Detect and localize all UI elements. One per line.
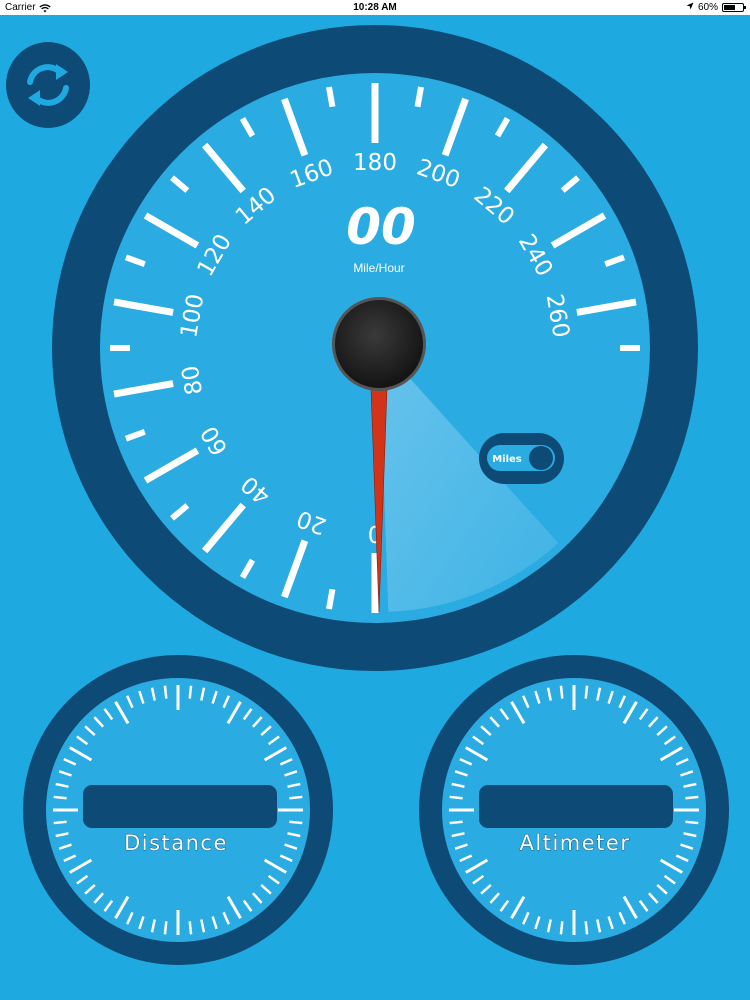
minor-tick [414, 86, 424, 108]
minor-tick [559, 921, 564, 935]
altimeter-label: Altimeter [520, 831, 631, 855]
speed-readout: 00 [346, 198, 416, 256]
minor-tick [559, 685, 564, 699]
minor-tick [289, 820, 303, 825]
units-toggle[interactable]: Miles [479, 433, 564, 484]
minor-tick [163, 685, 168, 699]
altimeter-display [479, 785, 673, 828]
speedometer: 020406080100120140160 180 200220240260 00 … [52, 25, 698, 671]
units-toggle-knob [529, 446, 553, 470]
minor-tick [685, 795, 699, 800]
minor-tick [326, 86, 336, 108]
minor-tick [53, 820, 67, 825]
needle-hub [335, 300, 423, 388]
minor-tick [685, 820, 699, 825]
distance-label: Distance [124, 831, 228, 855]
altimeter-gauge: Altimeter [419, 655, 729, 965]
minor-tick [188, 921, 193, 935]
tick-label: 180 [353, 150, 397, 176]
minor-tick [163, 921, 168, 935]
minor-tick [326, 588, 336, 610]
minor-tick [584, 921, 589, 935]
minor-tick [584, 685, 589, 699]
tick-label: 80 [177, 363, 208, 396]
units-toggle-label: Miles [492, 454, 522, 465]
minor-tick [289, 795, 303, 800]
distance-display [83, 785, 277, 828]
gauges-canvas: 020406080100120140160 180 200220240260 00 … [23, 25, 729, 965]
distance-gauge: Distance [23, 655, 333, 965]
minor-tick [449, 795, 463, 800]
minor-tick [449, 820, 463, 825]
minor-tick [53, 795, 67, 800]
speed-unit: Mile/Hour [353, 261, 404, 275]
minor-tick [188, 685, 193, 699]
